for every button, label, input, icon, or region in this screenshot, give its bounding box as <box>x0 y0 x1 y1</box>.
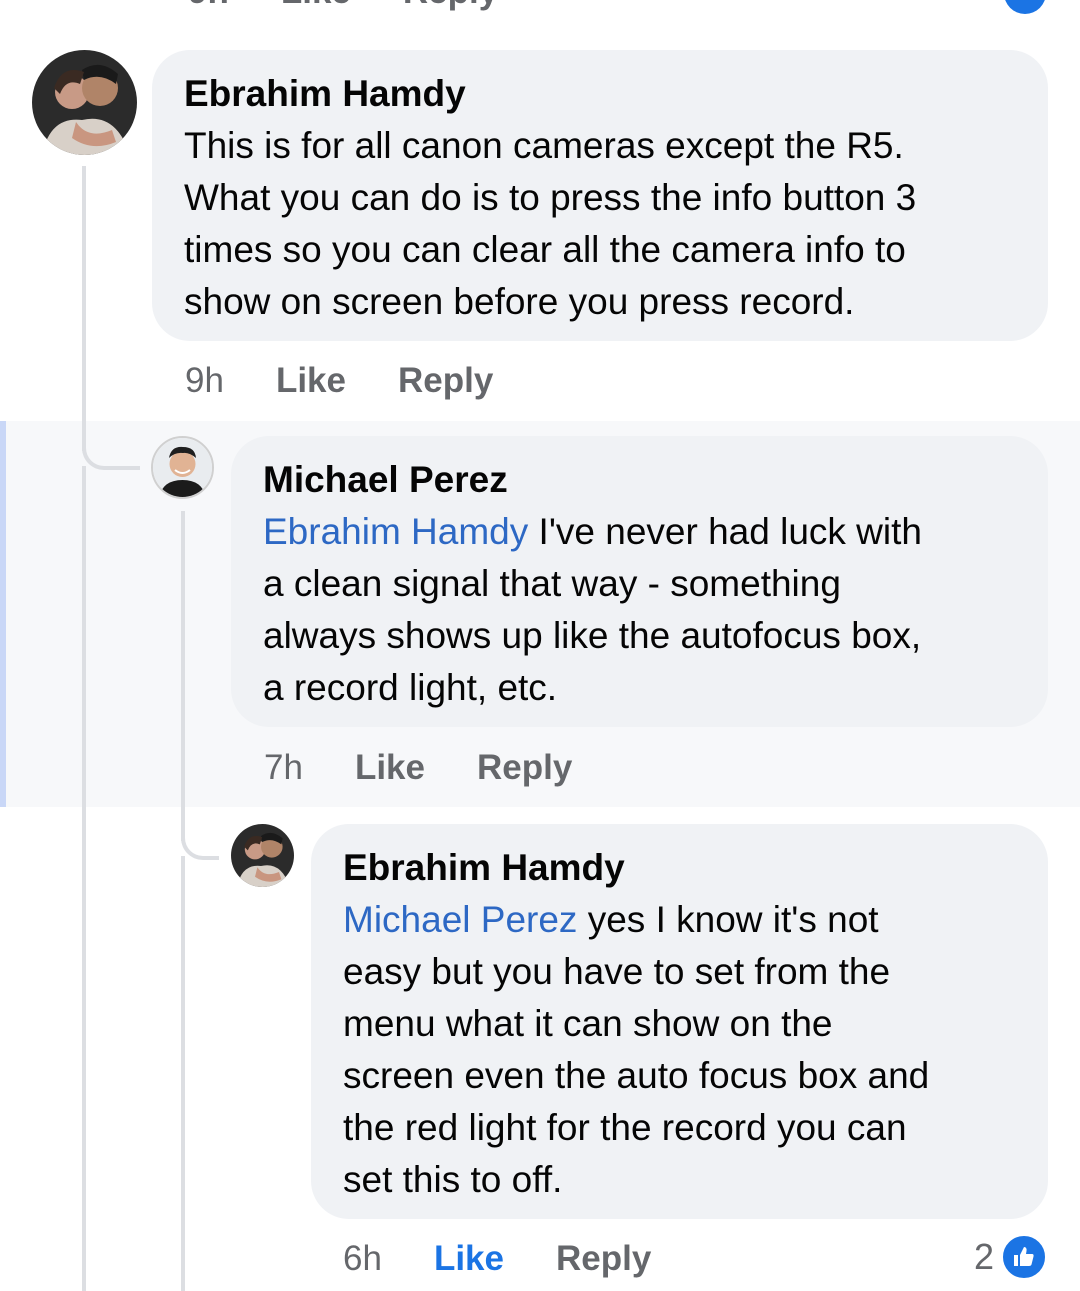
comment-author[interactable]: Ebrahim Hamdy <box>343 842 1016 894</box>
comment-actions-3: 6h Like Reply <box>343 1235 651 1283</box>
comment-author[interactable]: Ebrahim Hamdy <box>184 68 1016 120</box>
thread-line-nested-continued <box>181 856 185 1291</box>
comment-text-line: easy but you have to set from the <box>343 951 891 992</box>
comment-actions-1: 9h Like Reply <box>185 357 493 405</box>
thread-line-nested <box>181 511 185 841</box>
comment-text-line: Michael Perez yes I know it's not <box>343 894 1016 946</box>
like-button[interactable]: Like <box>355 744 425 792</box>
mention-link[interactable]: Michael Perez <box>343 899 577 940</box>
comment-time[interactable]: 6h <box>343 1235 382 1283</box>
comment-text: yes I know it's not <box>577 899 879 940</box>
previous-time: 9h <box>188 0 229 12</box>
comment-bubble-2: Michael Perez Ebrahim Hamdy I've never h… <box>231 436 1048 727</box>
avatar-michael-perez[interactable] <box>151 436 214 499</box>
previous-reaction-badge <box>1004 0 1046 14</box>
comment-text-line: What you can do is to press the info but… <box>184 177 917 218</box>
comment-author[interactable]: Michael Perez <box>263 454 1016 506</box>
comment-text-line: menu what it can show on the <box>343 1003 833 1044</box>
mention-link[interactable]: Ebrahim Hamdy <box>263 511 528 552</box>
reply-button[interactable]: Reply <box>556 1235 651 1283</box>
reaction-summary[interactable]: 2 <box>974 1233 1049 1281</box>
thread-line-main <box>82 166 86 451</box>
avatar-ebrahim-hamdy[interactable] <box>32 50 137 155</box>
reaction-count: 2 <box>974 1236 995 1277</box>
comment-text-line: set this to off. <box>343 1159 563 1200</box>
comment-text-line: times so you can clear all the camera in… <box>184 229 906 270</box>
thread-connector-1 <box>82 420 140 470</box>
comment-text-line: This is for all canon cameras except the… <box>184 125 904 166</box>
highlight-indicator <box>0 421 6 807</box>
comment-bubble-1: Ebrahim Hamdy This is for all canon came… <box>152 50 1048 341</box>
comment-actions-2: 7h Like Reply <box>264 744 572 792</box>
thumbs-up-icon <box>1000 1233 1049 1281</box>
comment-text-line: always shows up like the autofocus box, <box>263 615 922 656</box>
comment-time[interactable]: 7h <box>264 744 303 792</box>
thread-connector-2 <box>181 810 219 860</box>
comment-text-line: a record light, etc. <box>263 667 558 708</box>
thread-line-main-continued <box>82 466 86 1291</box>
comment-bubble-3: Ebrahim Hamdy Michael Perez yes I know i… <box>311 824 1048 1219</box>
comment-text: I've never had luck with <box>528 511 922 552</box>
avatar-ebrahim-hamdy-small[interactable] <box>231 824 294 887</box>
previous-reply-button[interactable]: Reply <box>403 0 498 12</box>
comment-text-line: the red light for the record you can <box>343 1107 907 1148</box>
comment-text-line: Ebrahim Hamdy I've never had luck with <box>263 506 1016 558</box>
comment-text-line: a clean signal that way - something <box>263 563 841 604</box>
comment-text-line: show on screen before you press record. <box>184 281 855 322</box>
like-button-active[interactable]: Like <box>434 1235 504 1283</box>
comment-time[interactable]: 9h <box>185 357 224 405</box>
comment-text-line: screen even the auto focus box and <box>343 1055 930 1096</box>
reply-button[interactable]: Reply <box>477 744 572 792</box>
previous-comment-actions: 9h Like Reply <box>188 0 498 12</box>
previous-like-button[interactable]: Like <box>281 0 351 12</box>
reply-button[interactable]: Reply <box>398 357 493 405</box>
like-button[interactable]: Like <box>276 357 346 405</box>
